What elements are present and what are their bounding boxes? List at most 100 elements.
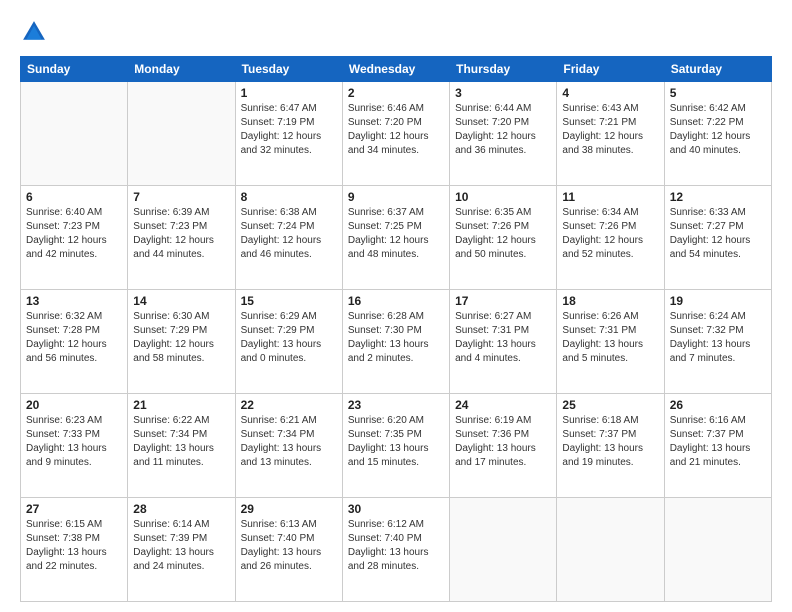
- day-info: Sunrise: 6:22 AM Sunset: 7:34 PM Dayligh…: [133, 414, 229, 470]
- calendar-cell: 8Sunrise: 6:38 AM Sunset: 7:24 PM Daylig…: [235, 186, 342, 290]
- calendar-cell: 20 Sunrise: 6:23 AM Sunset: 7:33 PM Dayli…: [21, 394, 128, 498]
- day-info: Sunrise: 6:40 AM Sunset: 7:23 PM Dayligh…: [26, 206, 122, 262]
- day-info: Sunrise: 6:19 AM Sunset: 7:36 PM Dayligh…: [455, 414, 551, 470]
- day-number: 4: [562, 86, 658, 100]
- day-number: 21: [133, 398, 229, 412]
- day-info: Sunrise: 6:15 AM Sunset: 7:38 PM Dayligh…: [26, 518, 122, 574]
- calendar-cell: 13 Sunrise: 6:32 AM Sunset: 7:28 PM Dayli…: [21, 290, 128, 394]
- calendar-week-5: 27 Sunrise: 6:15 AM Sunset: 7:38 PM Dayli…: [21, 498, 772, 602]
- day-info: Sunrise: 6:43 AM Sunset: 7:21 PM Dayligh…: [562, 102, 658, 158]
- day-number: 13: [26, 294, 122, 308]
- day-info: Sunrise: 6:35 AM Sunset: 7:26 PM Dayligh…: [455, 206, 551, 262]
- calendar-cell: 9Sunrise: 6:37 AM Sunset: 7:25 PM Daylig…: [342, 186, 449, 290]
- day-number: 26: [670, 398, 766, 412]
- calendar-week-3: 13 Sunrise: 6:32 AM Sunset: 7:28 PM Dayli…: [21, 290, 772, 394]
- calendar-week-1: 1 Sunrise: 6:47 AM Sunset: 7:19 PM Daylig…: [21, 82, 772, 186]
- day-number: 24: [455, 398, 551, 412]
- day-info: Sunrise: 6:13 AM Sunset: 7:40 PM Dayligh…: [241, 518, 337, 574]
- calendar-cell: [450, 498, 557, 602]
- day-number: 19: [670, 294, 766, 308]
- day-info: Sunrise: 6:33 AM Sunset: 7:27 PM Dayligh…: [670, 206, 766, 262]
- day-info: Sunrise: 6:16 AM Sunset: 7:37 PM Dayligh…: [670, 414, 766, 470]
- day-info: Sunrise: 6:20 AM Sunset: 7:35 PM Dayligh…: [348, 414, 444, 470]
- day-number: 12: [670, 190, 766, 204]
- calendar-cell: 21 Sunrise: 6:22 AM Sunset: 7:34 PM Dayli…: [128, 394, 235, 498]
- day-info: Sunrise: 6:46 AM Sunset: 7:20 PM Dayligh…: [348, 102, 444, 158]
- day-number: 30: [348, 502, 444, 516]
- day-info: Sunrise: 6:26 AM Sunset: 7:31 PM Dayligh…: [562, 310, 658, 366]
- day-number: 27: [26, 502, 122, 516]
- calendar-cell: 15 Sunrise: 6:29 AM Sunset: 7:29 PM Dayli…: [235, 290, 342, 394]
- day-info: Sunrise: 6:24 AM Sunset: 7:32 PM Dayligh…: [670, 310, 766, 366]
- calendar-cell: 6Sunrise: 6:40 AM Sunset: 7:23 PM Daylig…: [21, 186, 128, 290]
- calendar-cell: 26 Sunrise: 6:16 AM Sunset: 7:37 PM Dayli…: [664, 394, 771, 498]
- weekday-header-sunday: Sunday: [21, 57, 128, 82]
- day-info: Sunrise: 6:44 AM Sunset: 7:20 PM Dayligh…: [455, 102, 551, 158]
- day-number: 11: [562, 190, 658, 204]
- day-info: Sunrise: 6:12 AM Sunset: 7:40 PM Dayligh…: [348, 518, 444, 574]
- day-info: Sunrise: 6:27 AM Sunset: 7:31 PM Dayligh…: [455, 310, 551, 366]
- day-number: 2: [348, 86, 444, 100]
- day-info: Sunrise: 6:42 AM Sunset: 7:22 PM Dayligh…: [670, 102, 766, 158]
- calendar-cell: 1 Sunrise: 6:47 AM Sunset: 7:19 PM Daylig…: [235, 82, 342, 186]
- day-number: 17: [455, 294, 551, 308]
- calendar-cell: 10 Sunrise: 6:35 AM Sunset: 7:26 PM Dayli…: [450, 186, 557, 290]
- calendar-cell: 27 Sunrise: 6:15 AM Sunset: 7:38 PM Dayli…: [21, 498, 128, 602]
- day-number: 7: [133, 190, 229, 204]
- day-number: 3: [455, 86, 551, 100]
- day-info: Sunrise: 6:18 AM Sunset: 7:37 PM Dayligh…: [562, 414, 658, 470]
- calendar-body: 1 Sunrise: 6:47 AM Sunset: 7:19 PM Daylig…: [21, 82, 772, 602]
- calendar-cell: 3 Sunrise: 6:44 AM Sunset: 7:20 PM Daylig…: [450, 82, 557, 186]
- day-number: 18: [562, 294, 658, 308]
- calendar-cell: 12 Sunrise: 6:33 AM Sunset: 7:27 PM Dayli…: [664, 186, 771, 290]
- page: SundayMondayTuesdayWednesdayThursdayFrid…: [0, 0, 792, 612]
- calendar-week-4: 20 Sunrise: 6:23 AM Sunset: 7:33 PM Dayli…: [21, 394, 772, 498]
- day-info: Sunrise: 6:37 AM Sunset: 7:25 PM Dayligh…: [348, 206, 444, 262]
- day-number: 23: [348, 398, 444, 412]
- day-number: 8: [241, 190, 337, 204]
- day-number: 22: [241, 398, 337, 412]
- day-number: 15: [241, 294, 337, 308]
- calendar-header: SundayMondayTuesdayWednesdayThursdayFrid…: [21, 57, 772, 82]
- day-info: Sunrise: 6:14 AM Sunset: 7:39 PM Dayligh…: [133, 518, 229, 574]
- calendar-cell: 16 Sunrise: 6:28 AM Sunset: 7:30 PM Dayli…: [342, 290, 449, 394]
- day-number: 10: [455, 190, 551, 204]
- calendar-week-2: 6Sunrise: 6:40 AM Sunset: 7:23 PM Daylig…: [21, 186, 772, 290]
- day-number: 29: [241, 502, 337, 516]
- day-info: Sunrise: 6:30 AM Sunset: 7:29 PM Dayligh…: [133, 310, 229, 366]
- calendar-cell: [128, 82, 235, 186]
- calendar-cell: 18 Sunrise: 6:26 AM Sunset: 7:31 PM Dayli…: [557, 290, 664, 394]
- day-info: Sunrise: 6:28 AM Sunset: 7:30 PM Dayligh…: [348, 310, 444, 366]
- day-number: 1: [241, 86, 337, 100]
- calendar-cell: 11Sunrise: 6:34 AM Sunset: 7:26 PM Dayli…: [557, 186, 664, 290]
- calendar-cell: 23 Sunrise: 6:20 AM Sunset: 7:35 PM Dayli…: [342, 394, 449, 498]
- calendar-cell: 30 Sunrise: 6:12 AM Sunset: 7:40 PM Dayli…: [342, 498, 449, 602]
- weekday-header-tuesday: Tuesday: [235, 57, 342, 82]
- day-info: Sunrise: 6:21 AM Sunset: 7:34 PM Dayligh…: [241, 414, 337, 470]
- calendar-cell: [21, 82, 128, 186]
- day-number: 5: [670, 86, 766, 100]
- weekday-header-thursday: Thursday: [450, 57, 557, 82]
- logo: [20, 18, 52, 46]
- calendar-cell: 28 Sunrise: 6:14 AM Sunset: 7:39 PM Dayli…: [128, 498, 235, 602]
- day-info: Sunrise: 6:23 AM Sunset: 7:33 PM Dayligh…: [26, 414, 122, 470]
- day-number: 14: [133, 294, 229, 308]
- calendar-cell: 7 Sunrise: 6:39 AM Sunset: 7:23 PM Daylig…: [128, 186, 235, 290]
- calendar-cell: 5 Sunrise: 6:42 AM Sunset: 7:22 PM Daylig…: [664, 82, 771, 186]
- calendar-cell: 2 Sunrise: 6:46 AM Sunset: 7:20 PM Daylig…: [342, 82, 449, 186]
- day-info: Sunrise: 6:29 AM Sunset: 7:29 PM Dayligh…: [241, 310, 337, 366]
- day-info: Sunrise: 6:47 AM Sunset: 7:19 PM Dayligh…: [241, 102, 337, 158]
- weekday-header-monday: Monday: [128, 57, 235, 82]
- day-number: 20: [26, 398, 122, 412]
- weekday-header-saturday: Saturday: [664, 57, 771, 82]
- calendar-cell: [664, 498, 771, 602]
- day-number: 25: [562, 398, 658, 412]
- day-number: 28: [133, 502, 229, 516]
- day-info: Sunrise: 6:39 AM Sunset: 7:23 PM Dayligh…: [133, 206, 229, 262]
- logo-icon: [20, 18, 48, 46]
- weekday-header-row: SundayMondayTuesdayWednesdayThursdayFrid…: [21, 57, 772, 82]
- calendar-cell: 29 Sunrise: 6:13 AM Sunset: 7:40 PM Dayli…: [235, 498, 342, 602]
- calendar-cell: 14 Sunrise: 6:30 AM Sunset: 7:29 PM Dayli…: [128, 290, 235, 394]
- day-info: Sunrise: 6:32 AM Sunset: 7:28 PM Dayligh…: [26, 310, 122, 366]
- day-number: 16: [348, 294, 444, 308]
